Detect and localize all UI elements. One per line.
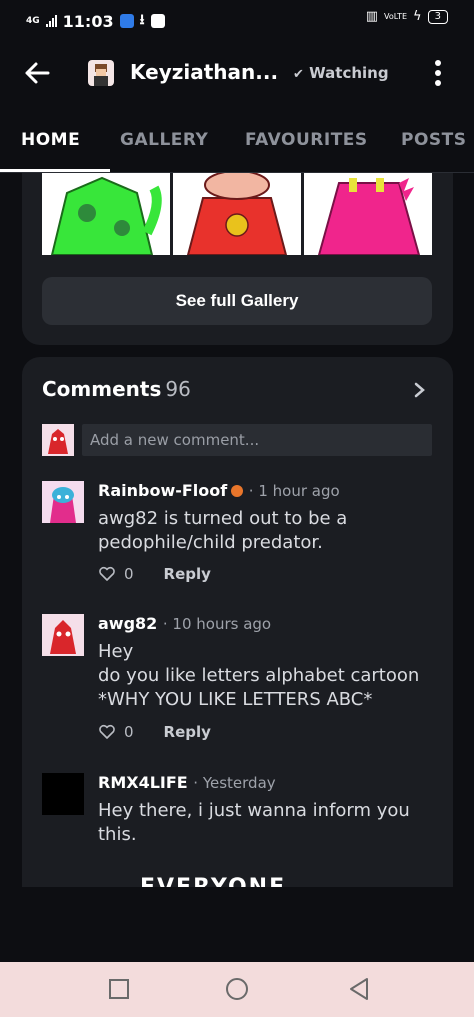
comment-author[interactable]: RMX4LIFE (98, 773, 188, 792)
tab-gallery[interactable]: GALLERY (120, 130, 208, 150)
comment-body: Hey do you like letters alphabet cartoon… (98, 641, 420, 710)
triangle-back-icon[interactable] (346, 976, 372, 1002)
gallery-thumbnail[interactable] (173, 173, 301, 255)
comment-body: Hey there, i just wanna inform you this. (98, 800, 410, 845)
system-nav-bar (0, 962, 474, 1017)
profile-avatar[interactable] (88, 60, 114, 86)
active-tab-indicator (0, 169, 110, 172)
comment-time: · 1 hour ago (248, 482, 340, 500)
check-icon: ✔ (293, 67, 304, 82)
comments-count: 96 (165, 377, 191, 401)
comment-author[interactable]: awg82 (98, 614, 157, 633)
charging-icon: ϟ (413, 9, 422, 24)
notification-icon (150, 14, 165, 28)
comment-item: awg82 · 10 hours ago Hey do you like let… (42, 614, 442, 744)
reply-button[interactable]: Reply (164, 723, 211, 741)
like-count: 0 (124, 723, 134, 741)
circle-icon[interactable] (224, 976, 250, 1002)
comment-actions: 0 Reply (98, 723, 211, 741)
comment-author-line: RMX4LIFE · Yesterday (98, 773, 276, 792)
comment-avatar[interactable] (42, 614, 84, 656)
download-icon: ⭳ (139, 12, 145, 28)
more-vertical-icon[interactable] (428, 58, 448, 88)
tab-bar: HOME GALLERY FAVOURITES POSTS (0, 114, 474, 173)
signal-icon (45, 15, 57, 27)
comment-author-line: Rainbow-Floof · 1 hour ago (98, 481, 340, 500)
gallery-thumbnail[interactable] (42, 173, 170, 255)
notification-icon (119, 14, 134, 28)
comment-image-text: EVERYONE (140, 875, 286, 887)
gallery-thumbnail[interactable] (304, 173, 432, 255)
arrow-left-icon[interactable] (22, 58, 52, 88)
add-comment-input[interactable]: Add a new comment... (82, 424, 432, 456)
heart-icon[interactable] (98, 566, 116, 582)
current-user-avatar (42, 424, 74, 456)
battery-icon: 3 (427, 9, 448, 24)
comments-title: Comments (42, 377, 162, 401)
lte-label: VoLTE (384, 12, 408, 21)
tab-favourites[interactable]: FAVOURITES (245, 130, 368, 150)
status-left: 4G 11:03 ⭳ (26, 9, 165, 33)
comment-avatar[interactable] (42, 481, 84, 523)
status-bar: 4G 11:03 ⭳ ▥ VoLTE ϟ 3 (0, 0, 474, 36)
watching-button[interactable]: ✔ Watching (293, 64, 389, 82)
comment-author-line: awg82 · 10 hours ago (98, 614, 271, 633)
see-full-gallery-button[interactable]: See full Gallery (42, 277, 432, 325)
heart-icon[interactable] (98, 724, 116, 740)
chevron-right-icon[interactable] (412, 379, 428, 401)
comment-time: · Yesterday (193, 774, 276, 792)
comment-item: RMX4LIFE · Yesterday Hey there, i just w… (42, 773, 442, 873)
comment-time: · 10 hours ago (162, 615, 272, 633)
watching-label: Watching (309, 64, 389, 82)
reply-button[interactable]: Reply (164, 565, 211, 583)
comment-item: Rainbow-Floof · 1 hour ago awg82 is turn… (42, 481, 442, 591)
square-icon[interactable] (106, 976, 132, 1002)
tab-posts[interactable]: POSTS (401, 130, 467, 150)
comment-body: awg82 is turned out to be a pedophile/ch… (98, 508, 348, 553)
vibrate-icon: ▥ (365, 9, 378, 24)
comment-avatar[interactable] (42, 773, 84, 815)
page-title[interactable]: Keyziathan... (130, 60, 278, 84)
core-badge-icon (231, 484, 244, 497)
comments-card: Comments 96 Add a new comment... Rainbow-… (22, 357, 453, 887)
status-right: ▥ VoLTE ϟ 3 (366, 9, 448, 24)
comments-header[interactable]: Comments 96 (42, 377, 191, 401)
tab-home[interactable]: HOME (21, 130, 80, 150)
comment-author[interactable]: Rainbow-Floof (98, 481, 227, 500)
app-header: Keyziathan... ✔ Watching (0, 36, 474, 114)
gallery-card: See full Gallery (22, 173, 453, 345)
network-type: 4G (26, 16, 40, 26)
comment-actions: 0 Reply (98, 565, 211, 583)
clock: 11:03 (62, 11, 114, 31)
like-count: 0 (124, 565, 134, 583)
